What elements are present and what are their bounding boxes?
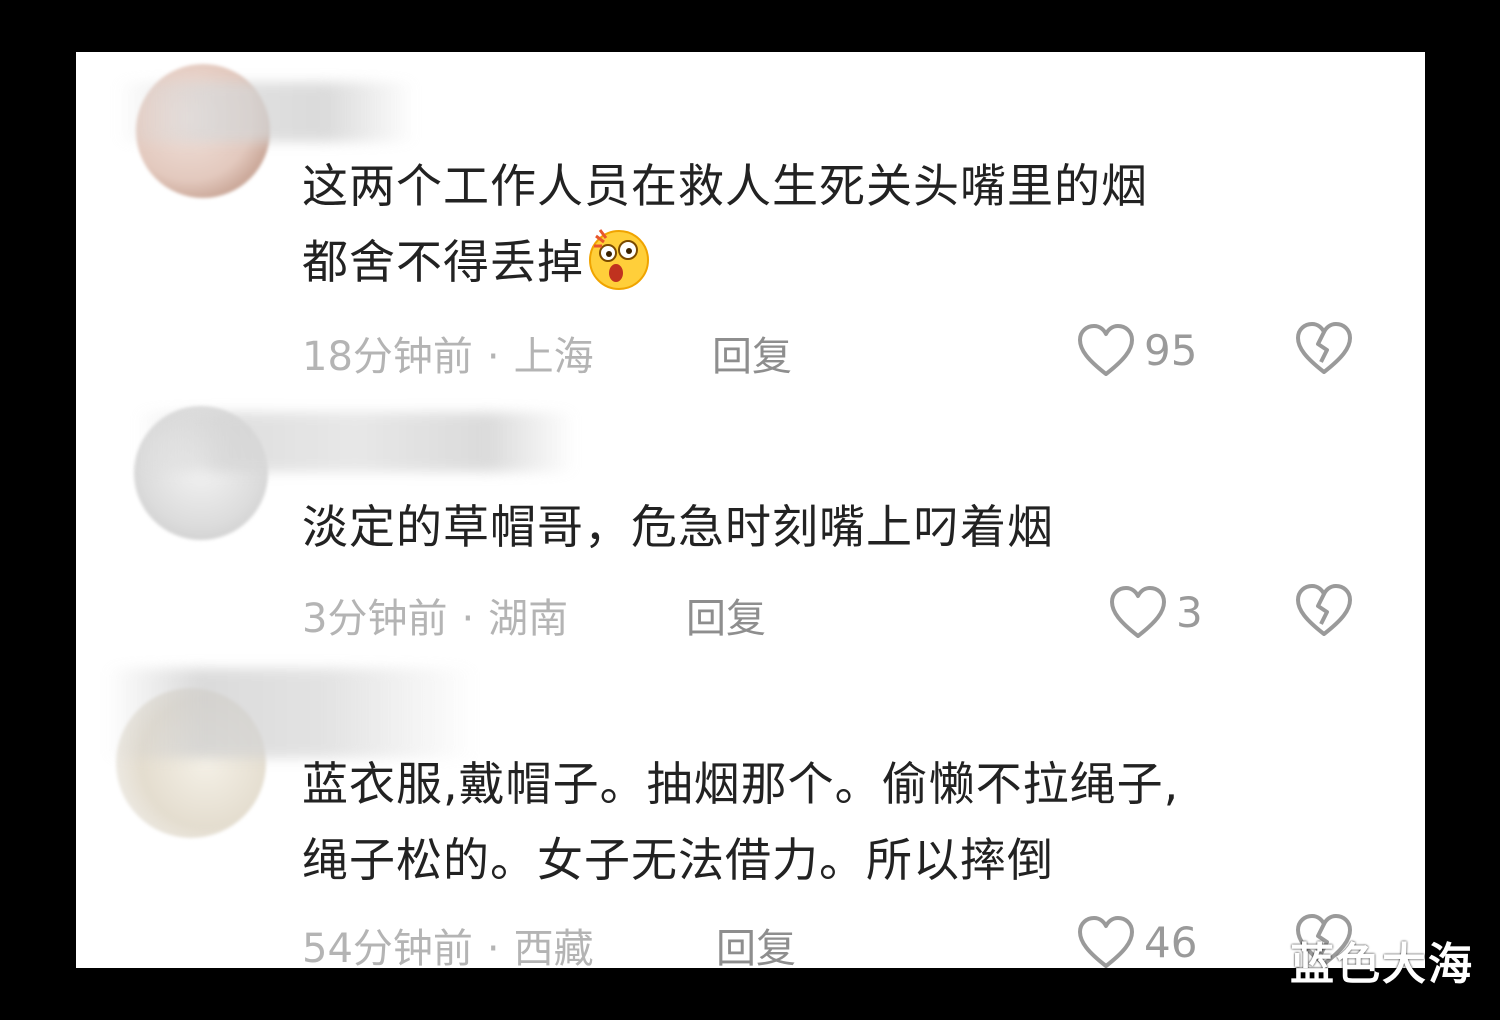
comment-time: 3分钟前 [302, 596, 448, 642]
meta-separator: · [486, 926, 500, 968]
broken-heart-icon [1296, 322, 1352, 374]
like-count: 95 [1144, 325, 1198, 375]
comment-text-line: 这两个工作人员在救人生死关头嘴里的烟 [302, 159, 1148, 213]
comment-text-line: 都舍不得丢掉 [302, 224, 1382, 300]
comment-location: 上海 [513, 334, 594, 380]
dislike-button[interactable] [1294, 582, 1354, 642]
reply-button[interactable]: 回复 [716, 916, 796, 968]
comment-meta: 3分钟前 · 湖南 [302, 586, 568, 644]
comment-text: 这两个工作人员在救人生死关头嘴里的烟 都舍不得丢掉 [302, 148, 1382, 300]
heart-outline-icon [1110, 586, 1166, 638]
username-blurred[interactable] [106, 668, 476, 758]
meta-separator: · [461, 596, 475, 642]
comment-text-line: 绳子松的。女子无法借力。所以摔倒 [302, 833, 1054, 887]
comment-text: 蓝衣服,戴帽子。抽烟那个。偷懒不拉绳子, 绳子松的。女子无法借力。所以摔倒 [302, 746, 1382, 898]
heart-outline-icon [1078, 916, 1134, 968]
comment-location: 西藏 [513, 926, 594, 968]
reply-button[interactable]: 回复 [712, 324, 792, 382]
like-count: 3 [1176, 587, 1203, 637]
like-button[interactable]: 95 [1076, 320, 1197, 380]
comment-time: 54分钟前 [302, 926, 473, 968]
comment-meta: 54分钟前 · 西藏 [302, 916, 594, 968]
comment-text: 淡定的草帽哥，危急时刻嘴上叼着烟 [302, 489, 1382, 565]
comment-meta: 18分钟前 · 上海 [302, 324, 594, 382]
reply-button[interactable]: 回复 [686, 586, 766, 644]
dislike-button[interactable] [1294, 320, 1354, 380]
comment-text-line-part: 都舍不得丢掉 [302, 235, 584, 289]
meta-separator: · [486, 334, 500, 380]
like-count: 46 [1144, 917, 1198, 967]
username-blurred[interactable] [116, 82, 416, 142]
username-blurred[interactable] [136, 412, 576, 472]
comment-text-line: 淡定的草帽哥，危急时刻嘴上叼着烟 [302, 500, 1054, 554]
comment-text-line: 蓝衣服,戴帽子。抽烟那个。偷懒不拉绳子, [302, 757, 1180, 811]
comment-location: 湖南 [488, 596, 569, 642]
astonished-face-icon [586, 226, 652, 292]
heart-outline-icon [1078, 324, 1134, 376]
watermark-text: 蓝色大海 [1290, 939, 1474, 990]
screenshot-frame: 这两个工作人员在救人生死关头嘴里的烟 都舍不得丢掉 18分钟前 · 上海 回复 … [0, 0, 1500, 1020]
comment-time: 18分钟前 [302, 334, 473, 380]
comment-list: 这两个工作人员在救人生死关头嘴里的烟 都舍不得丢掉 18分钟前 · 上海 回复 … [76, 52, 1425, 968]
like-button[interactable]: 46 [1076, 912, 1197, 968]
like-button[interactable]: 3 [1108, 582, 1203, 642]
broken-heart-icon [1296, 584, 1352, 636]
